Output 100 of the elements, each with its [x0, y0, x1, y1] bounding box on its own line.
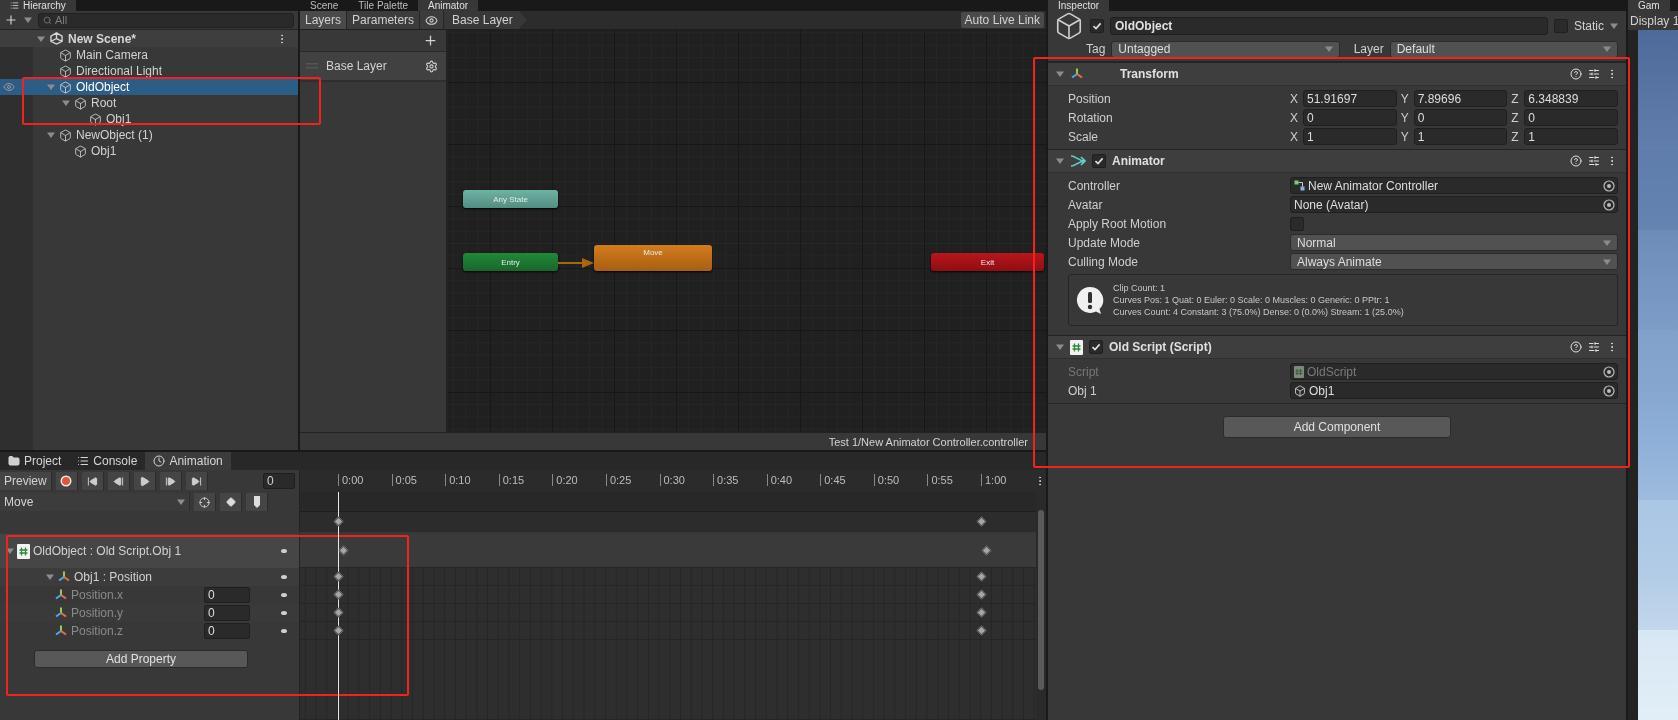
keyframe-icon[interactable] [333, 625, 343, 636]
value-field[interactable]: 0 [204, 587, 250, 603]
hierarchy-tab[interactable]: Hierarchy [0, 0, 76, 11]
hierarchy-row[interactable]: Root [0, 95, 298, 111]
breadcrumb[interactable]: Base Layer [444, 11, 527, 29]
settings-icon[interactable] [425, 59, 438, 73]
add-property-button[interactable]: Add Property [34, 650, 248, 668]
panel-tab[interactable]: Scene [300, 0, 349, 11]
hierarchy-row[interactable]: Obj1 [0, 143, 298, 159]
help-icon[interactable] [1570, 68, 1582, 80]
record-button[interactable] [55, 472, 78, 490]
previous-frame-button[interactable] [107, 472, 130, 490]
keyframe-dot-icon[interactable] [281, 575, 287, 579]
first-frame-button[interactable] [81, 472, 104, 490]
value-field[interactable]: 0 [204, 605, 250, 621]
dropdown[interactable]: Always Animate [1290, 253, 1618, 270]
number-field[interactable]: 0 [1524, 109, 1618, 126]
keyframe-icon[interactable] [333, 516, 343, 527]
dropdown[interactable]: Normal [1290, 234, 1618, 251]
component-header[interactable]: Old Script (Script) [1048, 335, 1626, 359]
object-name[interactable]: Main Camera [76, 48, 149, 62]
last-frame-button[interactable] [185, 472, 208, 490]
transition-arrow[interactable] [558, 258, 594, 268]
object-picker-icon[interactable] [1603, 198, 1615, 211]
game-tab[interactable]: Gam [1628, 0, 1670, 11]
component-header[interactable]: Transform [1048, 62, 1626, 86]
keyframe-icon[interactable] [976, 607, 986, 618]
keyframe-icon[interactable] [976, 516, 986, 527]
inspector-tab[interactable]: Inspector [1048, 0, 1110, 11]
enable-checkbox[interactable] [1089, 340, 1103, 354]
toolbar-tab[interactable]: Parameters [347, 11, 421, 29]
help-icon[interactable] [1570, 341, 1582, 353]
key-filter-button[interactable] [194, 493, 216, 511]
active-checkbox[interactable] [1090, 19, 1104, 33]
number-field[interactable]: 0 [1413, 109, 1508, 126]
keyframe-icon[interactable] [333, 589, 343, 600]
display-selector[interactable]: Display 1 [1630, 13, 1678, 28]
object-name[interactable]: NewObject (1) [76, 128, 153, 142]
expand-caret-icon[interactable] [1056, 343, 1064, 351]
object-name[interactable]: Root [91, 96, 117, 110]
hierarchy-row[interactable]: Obj1 [0, 111, 298, 127]
keyframe-dot-icon[interactable] [281, 593, 287, 597]
number-field[interactable]: 1 [1303, 128, 1397, 145]
add-icon[interactable] [423, 33, 438, 48]
scene-header[interactable]: New Scene* [0, 30, 298, 47]
panel-tab[interactable]: Console [69, 452, 146, 470]
number-field[interactable]: 0 [1303, 109, 1397, 126]
component-header[interactable]: Animator [1048, 149, 1626, 173]
presets-icon[interactable] [1588, 155, 1600, 167]
auto-live-link-button[interactable]: Auto Live Link [960, 12, 1044, 28]
keyframe-icon[interactable] [976, 625, 986, 636]
layer-item[interactable]: Base Layer [300, 52, 446, 82]
keyframe-icon[interactable] [333, 607, 343, 618]
object-name[interactable]: Obj1 [106, 112, 132, 126]
object-field[interactable]: Obj1 [1290, 382, 1618, 399]
keyframe-icon[interactable] [976, 589, 986, 600]
frame-field[interactable]: 0 [263, 473, 295, 489]
name-field[interactable]: OldObject [1110, 17, 1548, 35]
expand-caret-icon[interactable] [47, 131, 55, 139]
expand-caret-icon[interactable] [37, 34, 45, 43]
object-name[interactable]: Obj1 [91, 144, 117, 158]
state-node[interactable]: Exit [931, 253, 1044, 271]
value-field[interactable]: 0 [204, 623, 250, 639]
panel-tab[interactable]: Tile Palette [348, 0, 418, 11]
number-field[interactable]: 1 [1524, 128, 1618, 145]
dropdown-caret-icon[interactable] [1610, 22, 1618, 30]
next-frame-button[interactable] [159, 472, 182, 490]
state-node[interactable]: Entry [463, 253, 558, 271]
panel-tab[interactable]: Animator [418, 0, 479, 11]
layer-dropdown[interactable]: Default [1389, 40, 1618, 58]
presets-icon[interactable] [1588, 341, 1600, 353]
panel-tab[interactable]: Project [0, 452, 70, 470]
clip-dropdown[interactable]: Move [0, 493, 190, 511]
keyframe-dot-icon[interactable] [281, 629, 287, 633]
add-keyframe-button[interactable] [220, 493, 242, 511]
hierarchy-row[interactable]: NewObject (1) [0, 127, 298, 143]
play-button[interactable] [133, 472, 156, 490]
enable-checkbox[interactable] [1092, 154, 1106, 168]
keyframe-dot-icon[interactable] [281, 611, 287, 615]
hierarchy-row[interactable]: Directional Light [0, 63, 298, 79]
object-name[interactable]: OldObject [76, 80, 130, 94]
static-checkbox[interactable] [1554, 19, 1568, 33]
number-field[interactable]: 6.348839 [1524, 90, 1618, 107]
object-name[interactable]: Directional Light [76, 64, 163, 78]
number-field[interactable]: 1 [1413, 128, 1508, 145]
add-icon[interactable] [4, 13, 18, 27]
keyframe-icon[interactable] [981, 545, 991, 556]
object-field[interactable]: New Animator Controller [1290, 177, 1618, 194]
preview-button[interactable]: Preview [0, 472, 52, 490]
expand-caret-icon[interactable] [62, 99, 70, 107]
hierarchy-row[interactable]: OldObject [0, 79, 298, 95]
expand-caret-icon[interactable] [1056, 70, 1064, 78]
eye-toggle[interactable] [420, 11, 445, 29]
tag-dropdown[interactable]: Untagged [1111, 40, 1340, 58]
object-picker-icon[interactable] [1603, 384, 1615, 397]
keyframe-icon[interactable] [976, 571, 986, 582]
search-field[interactable]: All [38, 12, 294, 28]
panel-tab[interactable]: Animation [145, 452, 231, 470]
help-icon[interactable] [1570, 155, 1582, 167]
dropdown-caret-icon[interactable] [24, 16, 32, 24]
